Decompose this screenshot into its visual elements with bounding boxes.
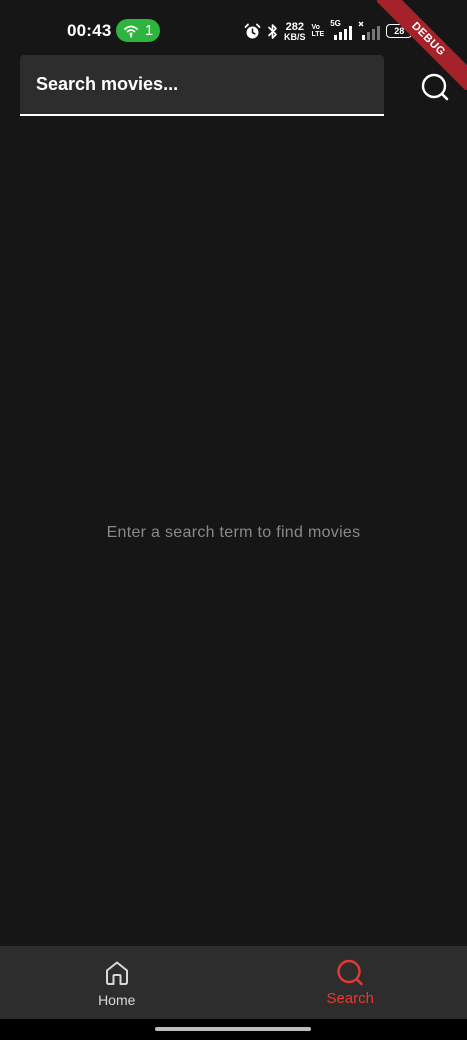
- system-gesture-area: [0, 1019, 467, 1040]
- gesture-handle[interactable]: [155, 1027, 311, 1031]
- nav-item-home[interactable]: Home: [0, 946, 234, 1019]
- status-icons: 282 KB/S Vo LTE 5G 28: [244, 19, 416, 42]
- signal-bars-icon: [334, 26, 353, 40]
- bluetooth-icon: [268, 23, 277, 39]
- status-time: 00:43: [67, 21, 112, 40]
- search-icon: [421, 73, 449, 101]
- nav-item-search[interactable]: Search: [234, 946, 467, 1019]
- hotspot-count: 1: [144, 22, 154, 39]
- home-icon: [105, 961, 128, 985]
- battery-icon: 28: [386, 24, 416, 38]
- network-speed: 282 KB/S: [284, 20, 306, 42]
- search-field[interactable]: [20, 55, 384, 116]
- nav-label-home: Home: [98, 992, 136, 1008]
- volte-indicator: Vo LTE: [312, 24, 325, 38]
- alarm-icon: [244, 23, 261, 38]
- search-input[interactable]: [20, 55, 384, 114]
- volte-top: Vo: [311, 24, 320, 31]
- search-button[interactable]: [418, 70, 452, 104]
- empty-state-message: Enter a search term to find movies: [106, 524, 361, 541]
- status-bar: 00:43 1 282 KB/S Vo LTE 5G 28: [0, 0, 467, 54]
- hotspot-indicator[interactable]: 1: [116, 19, 160, 42]
- nav-label-search: Search: [326, 990, 375, 1007]
- bottom-nav: Home Search: [0, 946, 467, 1019]
- network-speed-unit: KB/S: [284, 31, 306, 42]
- signal-x-icon: [358, 21, 381, 40]
- search-icon: [337, 959, 364, 986]
- battery-level: 28: [394, 26, 405, 36]
- hotspot-icon: [123, 25, 138, 37]
- network-speed-value: 282: [285, 20, 304, 33]
- signal-5g: 5G: [330, 19, 353, 41]
- signal-secondary: [358, 21, 381, 41]
- volte-bottom: LTE: [311, 31, 325, 38]
